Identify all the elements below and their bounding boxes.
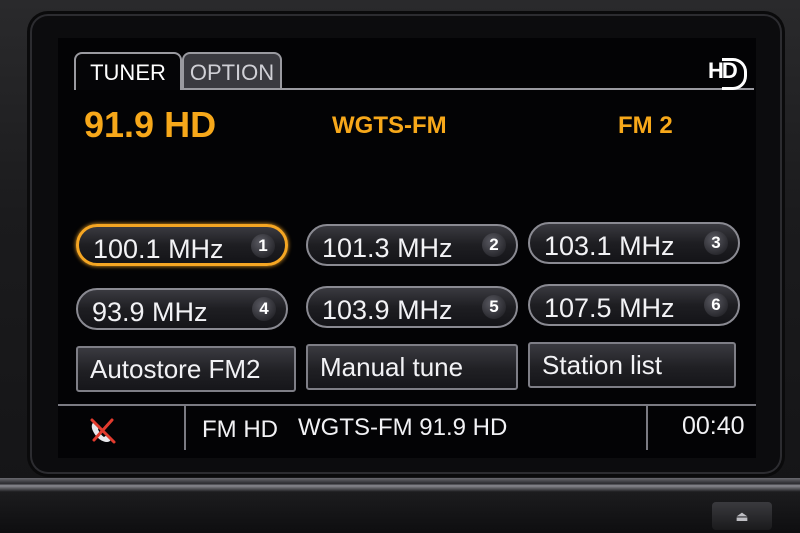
preset-6-button[interactable]: 107.5 MHz 6 [528,284,740,326]
lower-panel [0,492,800,533]
preset-label: 100.1 MHz [93,234,224,264]
preset-label: 93.9 MHz [92,297,208,327]
preset-4-button[interactable]: 93.9 MHz 4 [76,288,288,330]
hd-radio-icon: HD [708,58,747,90]
status-station-info: WGTS-FM 91.9 HD [298,414,508,441]
autostore-button[interactable]: Autostore FM2 [76,346,296,392]
preset-3-button[interactable]: 103.1 MHz 3 [528,222,740,264]
preset-number-badge: 6 [704,293,728,317]
status-divider [646,404,648,450]
eject-button[interactable]: ⏏ [712,502,772,530]
preset-label: 101.3 MHz [322,233,453,263]
preset-label: 103.1 MHz [544,231,675,261]
current-station: WGTS-FM [332,112,447,139]
preset-number-badge: 4 [252,297,276,321]
current-band: FM 2 [618,112,673,139]
preset-label: 107.5 MHz [544,293,675,323]
current-frequency: 91.9 HD [84,104,217,145]
status-mode: FM HD [202,416,278,443]
status-clock: 00:40 [682,412,745,440]
preset-number-badge: 1 [251,234,275,258]
tab-option[interactable]: OPTION [182,52,282,88]
manual-tune-button[interactable]: Manual tune [306,344,518,390]
hd-logo-ring [722,58,747,90]
tab-tuner[interactable]: TUNER [74,52,182,88]
status-divider [184,404,186,450]
preset-number-badge: 2 [482,233,506,257]
preset-number-badge: 5 [482,295,506,319]
tab-divider-gap [76,88,180,90]
phone-disconnected-icon[interactable] [86,416,120,446]
preset-2-button[interactable]: 101.3 MHz 2 [306,224,518,266]
preset-1-button[interactable]: 100.1 MHz 1 [76,224,288,266]
preset-5-button[interactable]: 103.9 MHz 5 [306,286,518,328]
station-list-button[interactable]: Station list [528,342,736,388]
chrome-trim [0,478,800,492]
preset-label: 103.9 MHz [322,295,453,325]
infotainment-screen: TUNER OPTION HD 91.9 HD WGTS-FM FM 2 100… [58,38,756,458]
preset-number-badge: 3 [704,231,728,255]
